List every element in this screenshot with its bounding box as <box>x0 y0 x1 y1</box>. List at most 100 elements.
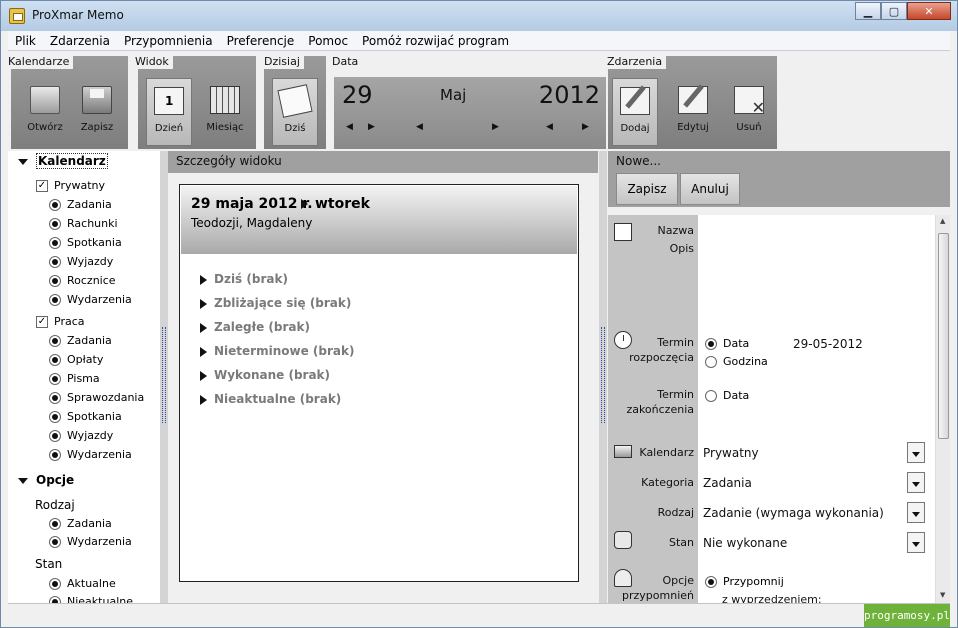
day-prev-arrow-icon[interactable]: ◀ <box>346 122 353 132</box>
kategoria-label: Kategoria <box>641 476 694 489</box>
menu-preferencje[interactable]: Preferencje <box>220 34 302 48</box>
floppy-disk-icon <box>82 86 112 114</box>
document-icon <box>614 223 632 241</box>
calendar-prywatny[interactable]: ✓ Prywatny <box>36 179 105 192</box>
przypomnij-sub-label: z wyprzedzeniem: <box>722 593 822 603</box>
open-button[interactable]: Otwórz <box>22 78 68 146</box>
radio-icon <box>49 217 61 230</box>
kategoria-dropdown-button[interactable] <box>907 472 925 493</box>
edit-event-button[interactable]: Edytuj <box>670 78 716 146</box>
menu-zdarzenia[interactable]: Zdarzenia <box>43 34 117 48</box>
rodzaj-select-value[interactable]: Zadanie (wymaga wykonania) <box>703 506 884 520</box>
maximize-icon: ▢ <box>888 4 900 18</box>
radio-icon <box>705 575 717 588</box>
toolbar-group-label: Zdarzenia <box>607 55 667 69</box>
close-button[interactable]: ✕ <box>907 2 951 20</box>
month-prev-arrow-icon[interactable]: ◀ <box>416 122 423 132</box>
today-button[interactable]: Dziś <box>272 78 318 146</box>
praca-wydarzenia[interactable]: Wydarzenia <box>49 448 132 461</box>
praca-pisma[interactable]: Pisma <box>49 372 100 385</box>
section-zblizajace[interactable]: Zbliżające się (brak) <box>200 296 351 310</box>
section-dzis[interactable]: Dziś (brak) <box>200 272 288 286</box>
card-date: 29 maja 2012 r. <box>191 196 313 212</box>
scroll-up-icon[interactable]: ▲ <box>940 217 945 225</box>
radio-icon <box>49 517 61 530</box>
calendar-praca[interactable]: ✓ Praca <box>36 315 85 328</box>
praca-zadania[interactable]: Zadania <box>49 334 112 347</box>
praca-wyjazdy[interactable]: Wyjazdy <box>49 429 113 442</box>
scrollbar-thumb[interactable] <box>938 233 949 439</box>
radio-icon <box>49 535 61 548</box>
editor-title: Nowe... <box>616 154 661 168</box>
stan-select-value[interactable]: Nie wykonane <box>703 536 787 550</box>
maximize-button[interactable]: ▢ <box>881 2 907 20</box>
delete-event-icon <box>734 86 765 117</box>
minimize-button[interactable]: ▁ <box>855 2 881 20</box>
right-splitter[interactable] <box>599 151 607 603</box>
prywatny-wyjazdy[interactable]: Wyjazdy <box>49 255 113 268</box>
stan-dropdown-button[interactable] <box>907 532 925 553</box>
radio-icon <box>49 236 61 249</box>
month-view-label: Miesiąc <box>206 122 244 133</box>
rodzaj-zadania[interactable]: Zadania <box>49 517 112 530</box>
section-wykonane[interactable]: Wykonane (brak) <box>200 368 330 382</box>
praca-sprawozdania[interactable]: Sprawozdania <box>49 391 144 404</box>
save-calendar-button[interactable]: Zapisz <box>74 78 120 146</box>
editor-save-button[interactable]: Zapisz <box>616 173 678 205</box>
stan-aktualne[interactable]: Aktualne <box>49 577 116 590</box>
section-nieaktualne[interactable]: Nieaktualne (brak) <box>200 392 341 406</box>
watermark-logo: programosy.pl <box>864 604 950 627</box>
praca-oplaty[interactable]: Opłaty <box>49 353 103 366</box>
menu-przypomnienia[interactable]: Przypomnienia <box>117 34 220 48</box>
left-splitter[interactable] <box>160 151 168 603</box>
nazwa-label: Nazwa <box>657 224 694 237</box>
menu-pomoz-rozwijac[interactable]: Pomóż rozwijać program <box>355 34 516 48</box>
opcje-przypomnien-label: Opcje przypomnień <box>622 574 694 602</box>
stan-nieaktualne[interactable]: Nieaktualne <box>49 595 133 603</box>
add-event-button[interactable]: Dodaj <box>612 78 658 146</box>
app-icon <box>9 8 25 24</box>
menu-pomoc[interactable]: Pomoc <box>301 34 355 48</box>
rodzaj-wydarzenia[interactable]: Wydarzenia <box>49 535 132 548</box>
name-day: Teodozji, Magdaleny <box>191 216 313 230</box>
editor-scrollbar[interactable]: ▲ ▼ <box>935 215 950 603</box>
kalendarz-dropdown-button[interactable] <box>907 442 925 463</box>
form-label-column: Nazwa Opis Termin rozpoczęcia Termin zak… <box>608 215 698 603</box>
opcje-heading[interactable]: Opcje <box>18 473 74 487</box>
folder-open-icon <box>30 86 60 114</box>
kalendarz-heading[interactable]: Kalendarz <box>18 153 108 169</box>
stan-label: Stan <box>668 536 694 549</box>
end-data-radio[interactable]: Data <box>705 389 749 402</box>
prywatny-rachunki[interactable]: Rachunki <box>49 217 118 230</box>
praca-spotkania[interactable]: Spotkania <box>49 410 122 423</box>
start-godzina-radio[interactable]: Godzina <box>705 355 768 368</box>
section-nieterminowe[interactable]: Nieterminowe (brak) <box>200 344 354 358</box>
day-next-arrow-icon[interactable]: ▶ <box>368 122 375 132</box>
start-date-value[interactable]: 29-05-2012 <box>793 337 863 351</box>
section-zalegle[interactable]: Zaległe (brak) <box>200 320 310 334</box>
kategoria-select-value[interactable]: Zadania <box>703 476 752 490</box>
rodzaj-dropdown-button[interactable] <box>907 502 925 523</box>
menu-plik[interactable]: Plik <box>8 34 43 48</box>
kalendarz-select-value[interactable]: Prywatny <box>703 446 759 460</box>
splitter-grip[interactable] <box>162 327 166 423</box>
przypomnij-radio[interactable]: Przypomnij <box>705 575 784 588</box>
card-weekday[interactable]: wtorek <box>301 196 370 212</box>
year-prev-arrow-icon[interactable]: ◀ <box>546 122 553 132</box>
scroll-down-icon[interactable]: ▼ <box>940 591 945 599</box>
title-bar[interactable]: ProXmar Memo ▁ ▢ ✕ <box>1 1 957 31</box>
editor-cancel-button[interactable]: Anuluj <box>680 173 740 205</box>
prywatny-wydarzenia[interactable]: Wydarzenia <box>49 293 132 306</box>
prywatny-zadania[interactable]: Zadania <box>49 198 112 211</box>
radio-icon <box>49 198 61 211</box>
splitter-grip[interactable] <box>601 327 605 423</box>
start-data-radio[interactable]: Data <box>705 337 749 350</box>
day-view-button[interactable]: Dzień <box>146 78 192 146</box>
year-next-arrow-icon[interactable]: ▶ <box>582 122 589 132</box>
month-next-arrow-icon[interactable]: ▶ <box>492 122 499 132</box>
month-view-button[interactable]: Miesiąc <box>202 78 248 146</box>
delete-event-button[interactable]: Usuń <box>726 78 772 146</box>
stan-label: Stan <box>35 557 63 571</box>
prywatny-rocznice[interactable]: Rocznice <box>49 274 116 287</box>
prywatny-spotkania[interactable]: Spotkania <box>49 236 122 249</box>
